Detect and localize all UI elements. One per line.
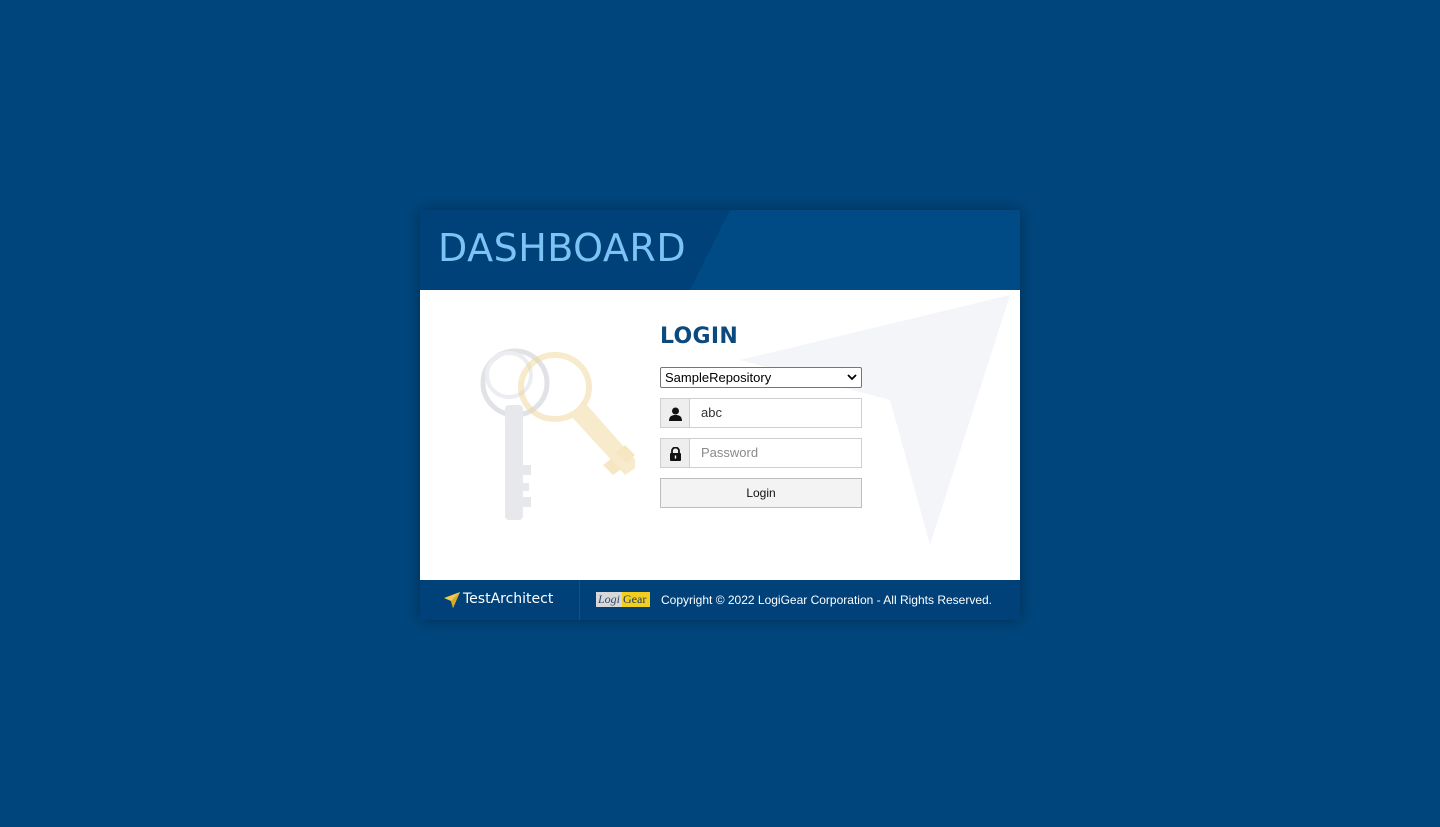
- watermark-arrow: [740, 295, 1010, 545]
- repository-select[interactable]: SampleRepository: [660, 367, 862, 388]
- username-input[interactable]: abc: [689, 398, 862, 428]
- header-decoration: [690, 210, 1020, 290]
- password-field[interactable]: Password: [660, 438, 862, 468]
- login-heading: LOGIN: [660, 324, 739, 349]
- keys-icon: [480, 348, 635, 520]
- login-button[interactable]: Login: [660, 478, 862, 508]
- logigear-logo: Logi Gear: [596, 592, 650, 607]
- password-addon: [660, 438, 690, 468]
- dashboard-title: DASHBOARD: [438, 226, 687, 270]
- lock-icon: [670, 447, 681, 461]
- card-footer: TestArchitect Logi Gear Copyright © 2022 …: [420, 580, 1020, 620]
- product-name: TestArchitect: [463, 591, 554, 607]
- username-field[interactable]: abc: [660, 398, 862, 428]
- card-header: DASHBOARD: [420, 210, 1020, 290]
- card-body: LOGIN SampleRepository abc Password Logi…: [420, 290, 1020, 580]
- user-icon: [669, 407, 682, 421]
- copyright-text: Copyright © 2022 LogiGear Corporation - …: [661, 593, 993, 607]
- logigear-logo-part2: Gear: [623, 592, 647, 606]
- username-addon: [660, 398, 690, 428]
- repository-selected-value: SampleRepository: [665, 370, 772, 385]
- logigear-logo-part1: Logi: [596, 592, 623, 607]
- login-card: DASHBOARD LOGIN SampleRepository abc Pas…: [420, 210, 1020, 620]
- password-input[interactable]: Password: [689, 438, 862, 468]
- footer-divider: [579, 580, 580, 620]
- chevron-down-icon: [847, 374, 857, 381]
- paper-plane-icon: [444, 592, 460, 608]
